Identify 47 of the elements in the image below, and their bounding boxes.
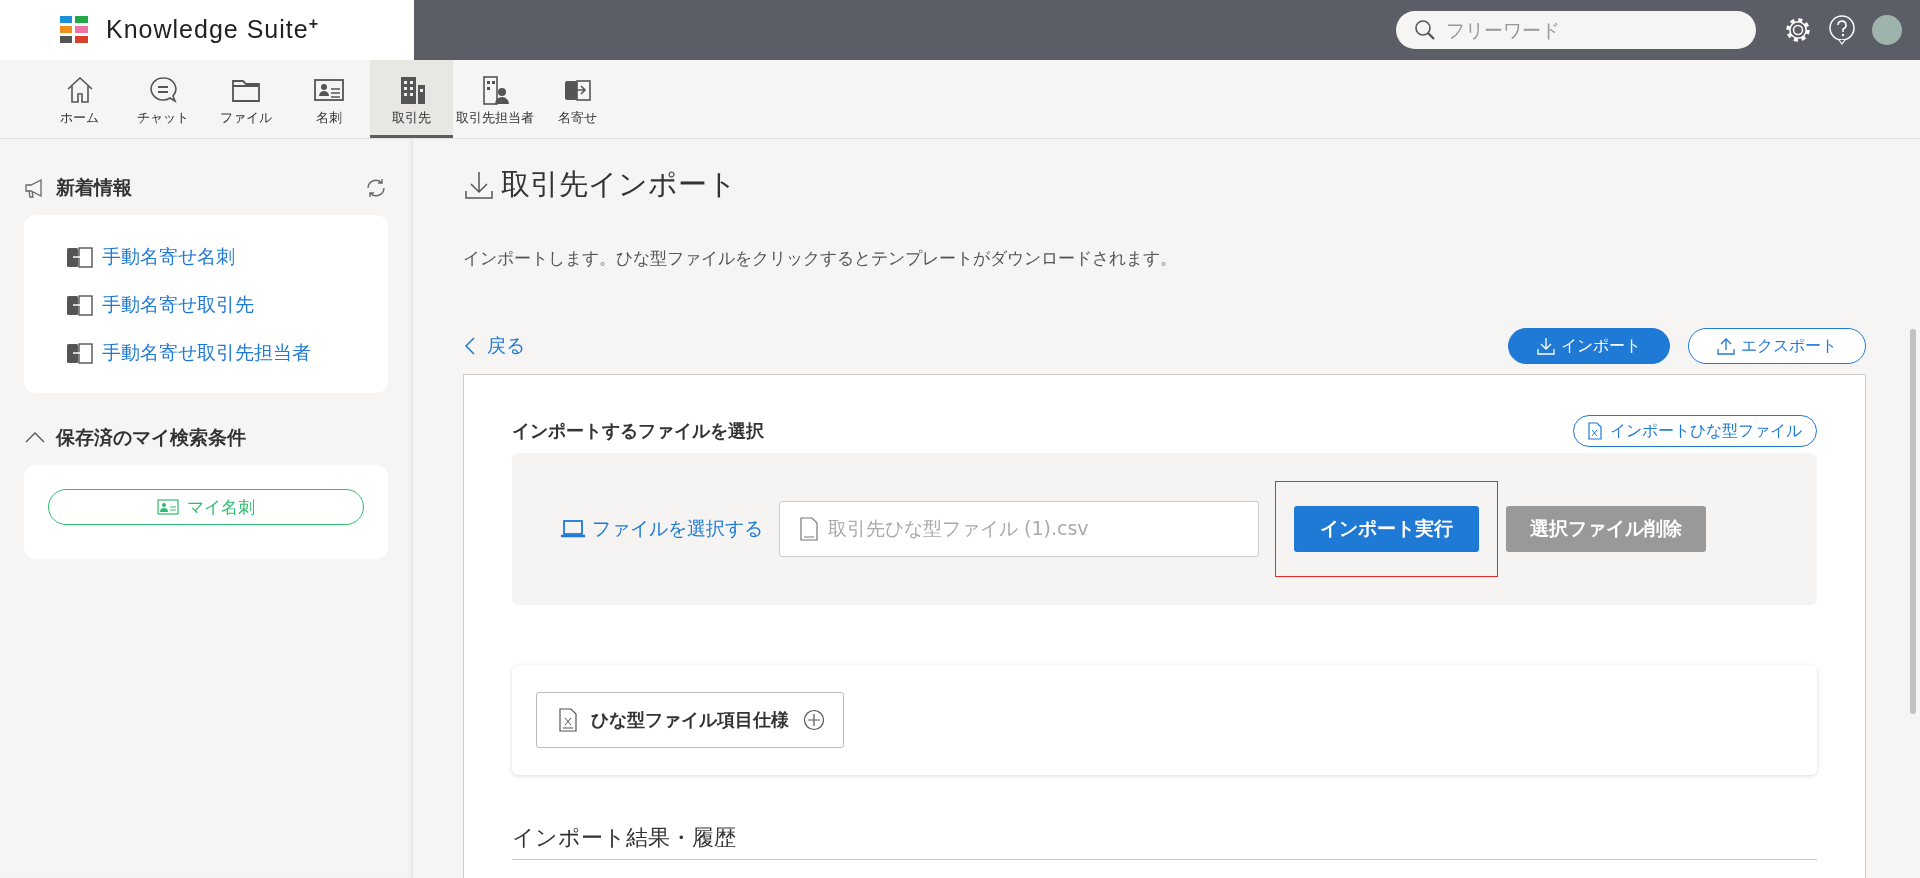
mode-button[interactable]: インポート (1508, 328, 1670, 364)
spec-button[interactable]: ひな型ファイル項目仕様 (536, 692, 844, 748)
refresh-icon[interactable] (364, 176, 388, 200)
section-title: 保存済のマイ検索条件 (56, 425, 246, 450)
nav-tab[interactable]: 名寄せ (536, 60, 619, 138)
chevron-left-icon (463, 336, 477, 356)
logo-text: Knowledge Suite$^{+}$ (106, 15, 319, 45)
choose-file-link[interactable]: ファイルを選択する (560, 516, 763, 542)
file-name-field: 取引先ひな型ファイル (1).csv (779, 501, 1259, 557)
id-card-icon (157, 499, 179, 515)
search-field[interactable]: フリーワード (1396, 11, 1756, 49)
merge-icon (66, 246, 94, 268)
template-file-button[interactable]: インポートひな型ファイル (1573, 415, 1817, 447)
logo-icon (60, 16, 88, 44)
search-icon (1414, 19, 1436, 41)
history-title: インポート結果・履歴 (512, 823, 1817, 860)
merge-icon (66, 294, 94, 316)
avatar[interactable] (1872, 15, 1902, 45)
plus-circle-icon (803, 709, 825, 731)
scrollbar-thumb[interactable] (1910, 329, 1916, 714)
download-icon (463, 169, 495, 201)
help-icon[interactable] (1828, 15, 1856, 45)
section-title: 新着情報 (56, 175, 132, 200)
news-link[interactable]: 手動名寄せ取引先 (66, 281, 254, 329)
back-link[interactable]: 戻る (463, 333, 525, 359)
nav-tab[interactable]: チャット (121, 60, 204, 138)
upload-icon (1717, 337, 1735, 355)
excel-file-icon (1588, 422, 1602, 440)
merge-icon (66, 342, 94, 364)
nav-tab[interactable]: 取引先 (370, 60, 453, 138)
mode-button[interactable]: エクスポート (1688, 328, 1866, 364)
saved-search-button[interactable]: マイ名刺 (48, 489, 364, 525)
document-icon (800, 517, 818, 541)
news-link[interactable]: 手動名寄せ名刺 (66, 233, 235, 281)
excel-file-icon (559, 708, 577, 732)
nav-tab[interactable]: ホーム (38, 60, 121, 138)
import-run-button[interactable]: インポート実行 (1294, 506, 1479, 552)
laptop-icon (560, 519, 586, 539)
settings-icon[interactable] (1784, 16, 1812, 44)
section-title: インポートするファイルを選択 (512, 419, 764, 443)
nav-tab[interactable]: 取引先担当者 (453, 60, 536, 138)
nav-tab[interactable]: 名刺 (287, 60, 370, 138)
nav-tab[interactable]: ファイル (204, 60, 287, 138)
page-title: 取引先インポート (501, 166, 737, 203)
download-icon (1537, 337, 1555, 355)
description-text: インポートします。ひな型ファイルをクリックするとテンプレートがダウンロードされます。 (463, 247, 1178, 270)
news-link[interactable]: 手動名寄せ取引先担当者 (66, 329, 311, 377)
